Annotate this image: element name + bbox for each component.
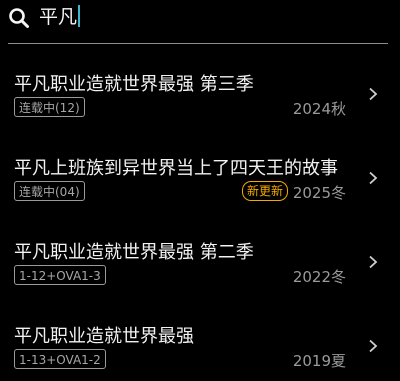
episode-status-badge: 连载中(04) xyxy=(14,181,85,201)
result-season: 2025冬 xyxy=(292,184,346,202)
result-item[interactable]: 平凡职业造就世界最强 第二季 1-12+OVA1-3 2022冬 xyxy=(0,213,400,297)
result-item[interactable]: 平凡职业造就世界最强 1-13+OVA1-2 2019夏 xyxy=(0,297,400,381)
result-list: 平凡职业造就世界最强 第三季 连载中(12) 2024秋 平凡上班族到异世界当上… xyxy=(0,45,400,381)
result-title: 平凡职业造就世界最强 第二季 xyxy=(14,242,254,263)
episode-range-badge: 1-12+OVA1-3 xyxy=(14,265,106,285)
chevron-right-icon xyxy=(369,255,378,269)
result-item[interactable]: 平凡职业造就世界最强 第三季 连载中(12) 2024秋 xyxy=(0,45,400,129)
chevron-right-icon xyxy=(369,171,378,185)
result-item[interactable]: 平凡上班族到异世界当上了四天王的故事 连载中(04) 新更新 2025冬 xyxy=(0,129,400,213)
chevron-right-icon xyxy=(369,87,378,101)
new-update-tag: 新更新 xyxy=(241,181,288,201)
result-season: 2024秋 xyxy=(292,100,346,118)
episode-status-badge: 连载中(12) xyxy=(14,97,85,117)
episode-range-badge: 1-13+OVA1-2 xyxy=(14,349,106,369)
search-bar[interactable]: 平凡 xyxy=(8,0,388,44)
search-input[interactable]: 平凡 xyxy=(39,5,81,29)
result-season: 2019夏 xyxy=(292,352,346,370)
result-season: 2022冬 xyxy=(292,268,346,286)
text-cursor xyxy=(78,5,81,27)
result-title: 平凡职业造就世界最强 第三季 xyxy=(14,74,254,95)
result-title: 平凡职业造就世界最强 xyxy=(14,326,194,347)
result-title: 平凡上班族到异世界当上了四天王的故事 xyxy=(14,158,338,179)
search-query-text: 平凡 xyxy=(39,6,78,28)
search-icon[interactable] xyxy=(8,7,30,29)
chevron-right-icon xyxy=(369,339,378,353)
